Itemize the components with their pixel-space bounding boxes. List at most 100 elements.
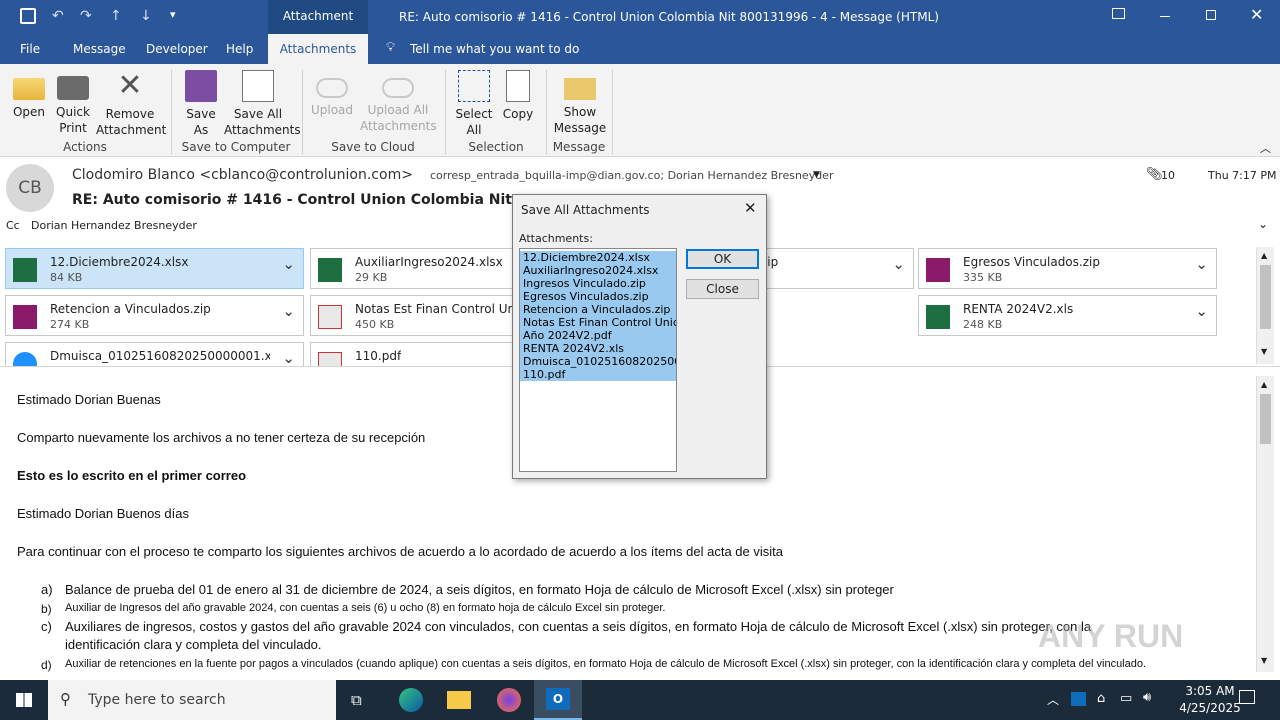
attachment-tile[interactable]: Retencion a Vinculados.zip 274 KB ⌄ <box>5 295 304 336</box>
attachment-dropdown-icon[interactable]: ⌄ <box>1195 302 1208 320</box>
open-button[interactable]: Open <box>8 68 50 120</box>
attachment-dropdown-icon[interactable]: ⌄ <box>892 255 905 273</box>
dialog-close-icon[interactable]: ✕ <box>744 199 757 217</box>
show-message-label: Show Message <box>553 105 607 135</box>
collapse-ribbon-icon[interactable]: ︿ <box>1260 140 1271 156</box>
quick-print-label: Quick Print <box>56 105 90 135</box>
redo-icon[interactable]: ↷ <box>80 8 92 24</box>
edge-file-icon <box>13 352 37 366</box>
recipients-dropdown-icon[interactable]: ▼ <box>813 170 820 180</box>
undo-icon[interactable]: ↶ <box>52 8 64 24</box>
listbox-item[interactable]: Egresos Vinculados.zip <box>520 290 676 303</box>
listbox-item[interactable]: 110.pdf <box>520 368 676 381</box>
copy-button[interactable]: Copy <box>498 68 538 122</box>
body-scrollbar[interactable]: ▲ ▼ <box>1256 376 1274 672</box>
notifications-icon[interactable] <box>1239 690 1255 704</box>
outlook-taskbar-button[interactable]: O <box>534 680 582 720</box>
taskbar-search[interactable]: ⚲ Type here to search <box>48 680 336 720</box>
save-all-attachments-button[interactable]: Save All Attachments <box>224 68 301 138</box>
firefox-icon[interactable] <box>497 688 521 712</box>
tab-message[interactable]: Message <box>73 42 126 56</box>
scroll-down-icon[interactable]: ▼ <box>1261 656 1267 665</box>
list-item: Auxiliares de ingresos, costos y gastos … <box>65 619 1092 634</box>
subject: RE: Auto comisorio # 1416 - Control Unio… <box>72 192 512 208</box>
listbox-item[interactable]: Dmuisca_01025160820250000 <box>520 355 676 368</box>
listbox-item[interactable]: RENTA 2024V2.xls <box>520 342 676 355</box>
attachment-name: AuxiliarIngreso2024.xlsx <box>355 255 503 269</box>
attachment-name: RENTA 2024V2.xls <box>963 302 1074 316</box>
file-explorer-icon[interactable] <box>447 691 471 709</box>
scroll-up-icon[interactable]: ▲ <box>1261 251 1267 260</box>
listbox-item[interactable]: Retencion a Vinculados.zip <box>520 303 676 316</box>
network-icon[interactable]: ⌂ <box>1097 691 1105 706</box>
tab-attachments[interactable]: Attachments <box>268 34 368 64</box>
monitor-icon[interactable]: ▭ <box>1120 691 1132 706</box>
close-icon[interactable]: ✕ <box>1250 5 1263 24</box>
show-message-button[interactable]: Show Message <box>552 68 608 136</box>
ok-button[interactable]: OK <box>686 249 759 269</box>
attachment-name: 110.pdf <box>355 349 402 363</box>
down-icon[interactable]: ↓ <box>140 8 152 24</box>
recipients[interactable]: corresp_entrada_bquilla-imp@dian.gov.co;… <box>430 169 833 182</box>
listbox-item[interactable]: Notas Est Finan Control Unic <box>520 316 676 329</box>
listbox-item[interactable]: Ingresos Vinculado.zip <box>520 277 676 290</box>
expand-header-icon[interactable]: ⌄ <box>1258 217 1268 231</box>
copy-label: Copy <box>502 107 534 121</box>
edge-icon[interactable] <box>399 688 423 712</box>
remove-attachment-button[interactable]: ✕ Remove Attachment <box>96 68 166 138</box>
attachment-dropdown-icon[interactable]: ⌄ <box>282 302 295 320</box>
excel-file-icon <box>13 258 37 282</box>
customize-qat-icon[interactable]: ▾ <box>170 8 176 21</box>
cc-label: Cc <box>6 219 20 232</box>
attachments-listbox[interactable]: 12.Diciembre2024.xlsx AuxiliarIngreso2024… <box>519 248 677 472</box>
clock-time[interactable]: 3:05 AM <box>1172 684 1248 698</box>
scroll-thumb[interactable] <box>1260 265 1271 329</box>
body-line: Para continuar con el proceso te compart… <box>17 544 783 559</box>
upload-button[interactable]: Upload <box>308 68 356 118</box>
attachment-dropdown-icon[interactable]: ⌄ <box>282 255 295 273</box>
quick-print-button[interactable]: Quick Print <box>54 68 92 136</box>
sender[interactable]: Clodomiro Blanco <cblanco@controlunion.c… <box>72 167 413 183</box>
close-button[interactable]: Close <box>686 279 759 299</box>
tell-me-box[interactable]: Tell me what you want to do <box>410 42 579 56</box>
open-label: Open <box>12 105 46 119</box>
save-icon[interactable] <box>20 8 36 24</box>
ribbon-tabs: File Message Developer Help Attachments … <box>0 34 1280 64</box>
attachment-dropdown-icon[interactable]: ⌄ <box>1195 255 1208 273</box>
upload-all-button[interactable]: Upload All Attachments <box>360 68 437 134</box>
scroll-down-icon[interactable]: ▼ <box>1261 347 1267 356</box>
attachment-name: 12.Diciembre2024.xlsx <box>50 255 189 269</box>
tab-file[interactable]: File <box>20 42 40 56</box>
save-as-button[interactable]: Save As <box>180 68 222 138</box>
attachment-tile[interactable]: 12.Diciembre2024.xlsx 84 KB ⌄ <box>5 248 304 289</box>
attachment-tile[interactable]: Dmuisca_01025160820250000001.xml ⌄ <box>5 342 304 366</box>
attachment-tile[interactable]: Egresos Vinculados.zip 335 KB ⌄ <box>918 248 1217 289</box>
minimize-icon[interactable] <box>1160 16 1170 17</box>
scroll-up-icon[interactable]: ▲ <box>1261 380 1267 389</box>
listbox-item[interactable]: Año 2024V2.pdf <box>520 329 676 342</box>
task-view-icon[interactable]: ⧉ <box>351 691 362 709</box>
cc-recipient[interactable]: Dorian Hernandez Bresneyder <box>31 219 197 232</box>
up-icon[interactable]: ↑ <box>110 8 122 24</box>
start-button[interactable] <box>0 680 48 720</box>
list-marker: a) <box>41 582 53 597</box>
save-as-label: Save As <box>186 107 216 137</box>
listbox-item[interactable]: 12.Diciembre2024.xlsx <box>520 251 676 264</box>
attachments-scrollbar[interactable]: ▲ ▼ <box>1256 247 1274 364</box>
taskbar: ⚲ Type here to search ⧉ O ︿ ⌂ ▭ 🔊︎ 3:05 … <box>0 680 1280 720</box>
ribbon-display-icon[interactable] <box>1112 8 1125 19</box>
tab-help[interactable]: Help <box>226 42 253 56</box>
attachment-dropdown-icon[interactable]: ⌄ <box>282 349 295 366</box>
title-bar: ↶ ↷ ↑ ↓ ▾ Attachment Tools RE: Auto comi… <box>0 0 1280 55</box>
attachment-tile[interactable]: RENTA 2024V2.xls 248 KB ⌄ <box>918 295 1217 336</box>
cloud-icon <box>316 78 348 98</box>
tab-developer[interactable]: Developer <box>146 42 208 56</box>
chevron-up-icon[interactable]: ︿ <box>1047 691 1059 708</box>
restore-icon[interactable] <box>1206 10 1216 20</box>
group-save-to-cloud-label: Save to Cloud <box>331 140 415 154</box>
listbox-item[interactable]: AuxiliarIngreso2024.xlsx <box>520 264 676 277</box>
outlook-tray-icon[interactable] <box>1071 692 1086 706</box>
select-all-button[interactable]: Select All <box>452 68 496 138</box>
volume-icon[interactable]: 🔊︎ <box>1143 690 1151 705</box>
scroll-thumb[interactable] <box>1260 394 1271 444</box>
